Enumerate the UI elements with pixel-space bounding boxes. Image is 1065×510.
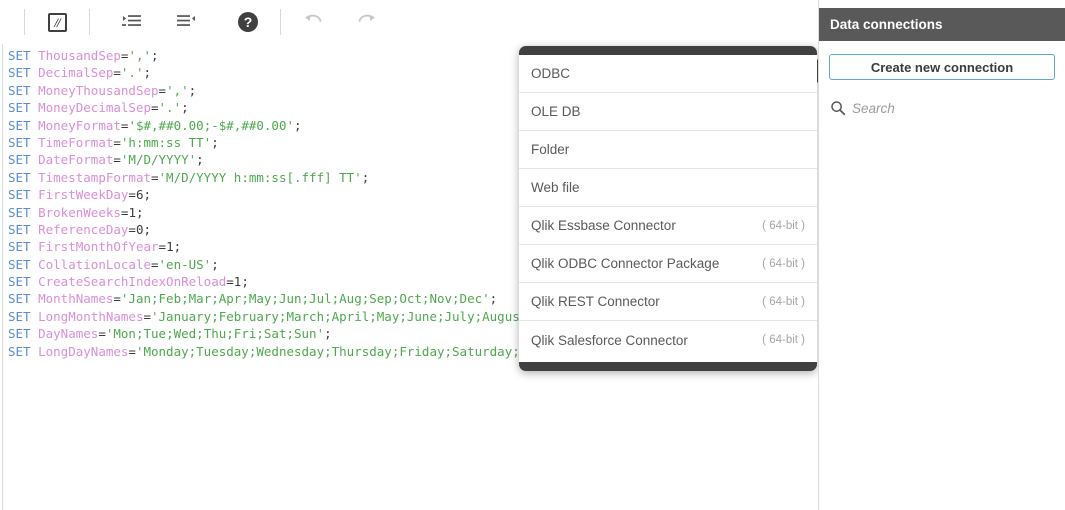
connector-menu-item-bitness: ( 64-bit )	[762, 295, 805, 308]
panel-title: Data connections	[830, 17, 943, 32]
connector-menu-item-bitness: ( 64-bit )	[762, 219, 805, 232]
data-connections-panel: Data connections Create new connection S…	[818, 0, 1065, 510]
comment-toggle-button[interactable]: //	[39, 4, 75, 40]
panel-header: Data connections	[819, 8, 1065, 41]
connector-menu-item-label: Web file	[531, 180, 580, 195]
connector-menu-item-bitness: ( 64-bit )	[762, 334, 805, 346]
comment-icon-glyph: //	[54, 14, 60, 30]
connector-menu-item-bitness: ( 64-bit )	[762, 257, 805, 270]
toolbar-divider	[24, 9, 25, 35]
search-placeholder: Search	[852, 100, 895, 116]
connector-menu-item-label: Qlik Essbase Connector	[531, 218, 676, 233]
indent-decrease-icon	[175, 12, 197, 33]
connector-menu-item[interactable]: OLE DB	[519, 93, 817, 131]
indent-decrease-button[interactable]	[168, 4, 204, 40]
create-new-connection-button[interactable]: Create new connection	[829, 54, 1055, 80]
undo-button[interactable]	[295, 4, 331, 40]
redo-icon	[355, 11, 379, 34]
redo-button[interactable]	[349, 4, 385, 40]
connector-menu-item[interactable]: Folder	[519, 131, 817, 169]
connector-menu-item[interactable]: ODBC	[519, 55, 817, 93]
connector-menu-item[interactable]: Web file	[519, 169, 817, 207]
connector-menu-item[interactable]: Qlik Essbase Connector ( 64-bit )	[519, 207, 817, 245]
indent-increase-button[interactable]	[114, 4, 150, 40]
connector-type-popup: ODBC OLE DB Folder Web file Qlik Essbase Con…	[519, 46, 829, 371]
connector-menu-item-label: Qlik Salesforce Connector	[531, 332, 688, 348]
help-icon: ?	[238, 12, 258, 32]
help-button[interactable]: ?	[230, 4, 266, 40]
connection-search-field[interactable]: Search	[830, 95, 1056, 121]
comment-icon: //	[47, 12, 67, 32]
connector-menu-item[interactable]: Qlik Salesforce Connector ( 64-bit )	[519, 321, 817, 359]
connector-menu-item-label: Qlik ODBC Connector Package	[531, 256, 720, 271]
connector-menu-item[interactable]: Qlik REST Connector ( 64-bit )	[519, 283, 817, 321]
qlik-data-load-editor: // ? SET ThousandSep=','; SET DecimalSep…	[0, 0, 1065, 510]
editor-toolbar: // ?	[0, 0, 818, 44]
toolbar-divider	[280, 9, 281, 35]
search-icon	[830, 100, 852, 116]
toolbar-divider	[89, 9, 90, 35]
connector-menu-item-label: OLE DB	[531, 104, 581, 119]
connector-type-list: ODBC OLE DB Folder Web file Qlik Essbase Con…	[519, 55, 817, 362]
connector-menu-item[interactable]: Qlik ODBC Connector Package ( 64-bit )	[519, 245, 817, 283]
indent-increase-icon	[121, 12, 143, 33]
connector-menu-item-label: Qlik REST Connector	[531, 294, 660, 309]
undo-icon	[301, 11, 325, 34]
connector-menu-item-label: ODBC	[531, 66, 571, 81]
connector-menu-item-label: Folder	[531, 142, 570, 157]
